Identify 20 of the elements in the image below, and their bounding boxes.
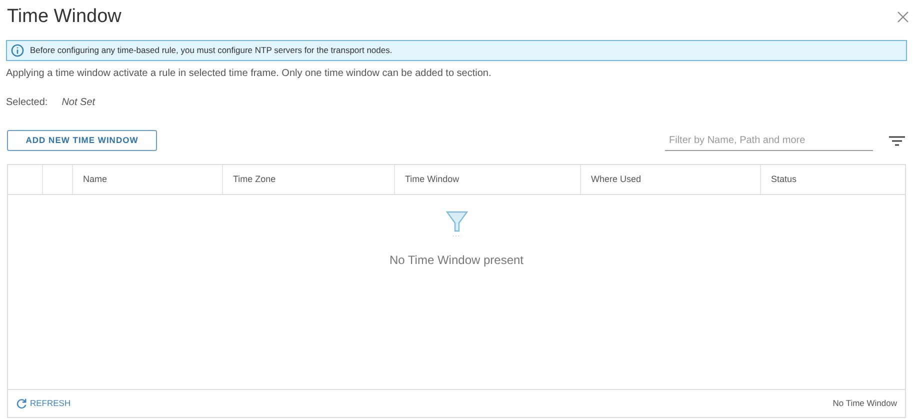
filter-icon[interactable] bbox=[889, 136, 905, 146]
close-icon[interactable] bbox=[897, 11, 909, 23]
column-header[interactable]: Status bbox=[771, 172, 797, 186]
column-header[interactable]: Where Used bbox=[591, 172, 642, 186]
empty-message: No Time Window present bbox=[389, 252, 524, 269]
column-header[interactable]: Name bbox=[83, 172, 108, 186]
dialog-title: Time Window bbox=[7, 4, 122, 29]
selected-label: Selected: bbox=[6, 96, 48, 110]
column-header[interactable]: Time Window bbox=[405, 172, 460, 186]
column-header[interactable]: Time Zone bbox=[233, 172, 276, 186]
refresh-button[interactable]: REFRESH bbox=[16, 397, 71, 410]
item-count: No Time Window bbox=[832, 397, 897, 410]
add-time-window-button[interactable]: ADD NEW TIME WINDOW bbox=[7, 130, 157, 151]
selected-value: Not Set bbox=[62, 96, 96, 110]
refresh-icon bbox=[16, 398, 27, 409]
description-text: Applying a time window activate a rule in selected time frame. Only one time window can be added to section. bbox=[5, 67, 492, 81]
info-icon bbox=[11, 44, 24, 57]
filter-field[interactable]: Filter by Name, Path and more bbox=[665, 130, 873, 150]
funnel-icon bbox=[444, 209, 468, 239]
info-text: Before configuring any time-based rule, you must configure NTP servers for the transport nodes. bbox=[30, 44, 392, 57]
